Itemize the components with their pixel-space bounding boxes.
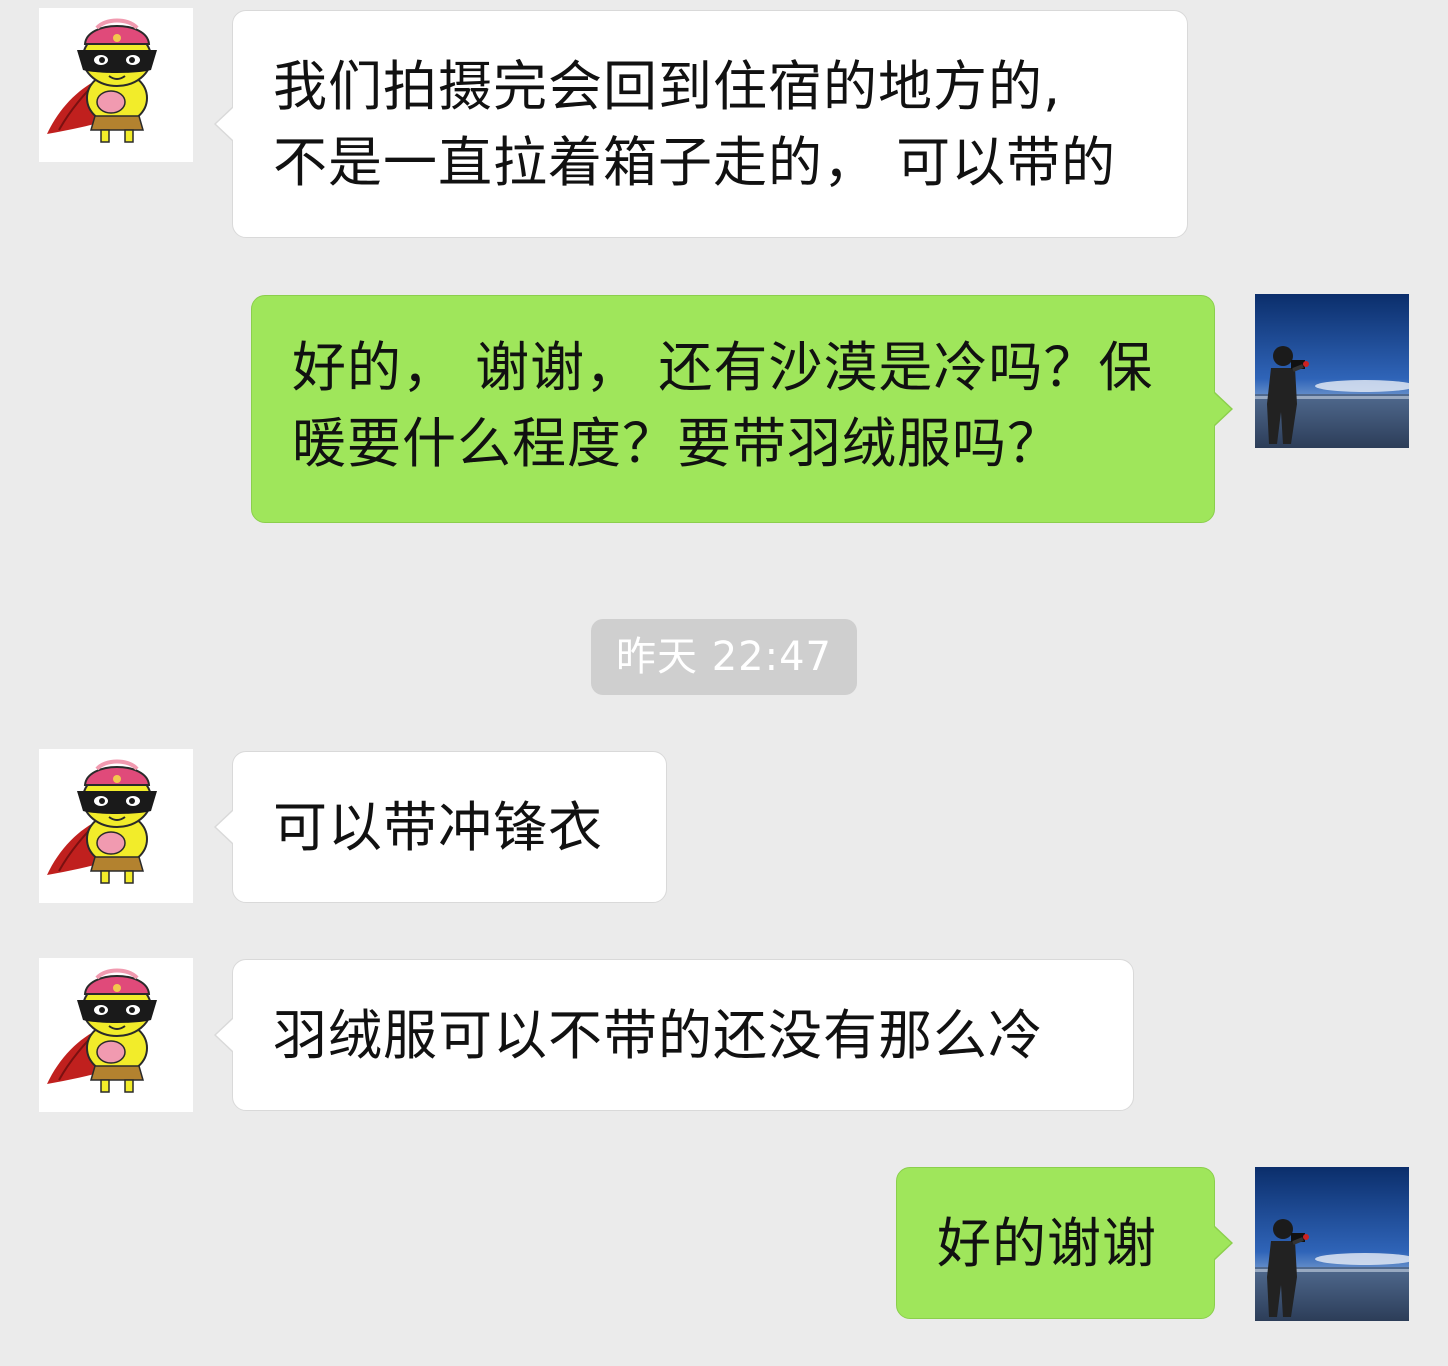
message-text-line: 暖要什么程度？要带羽绒服吗？	[292, 412, 1062, 475]
message-text-line: 可以带冲锋衣	[273, 796, 603, 859]
message-text-line: 我们拍摄完会回到住宿的地方的,	[273, 55, 1062, 118]
message-text-line: 不是一直拉着箱子走的， 可以带的	[273, 131, 1117, 194]
message-text-line: 好的， 谢谢， 还有沙漠是冷吗？保	[292, 336, 1154, 399]
contact-avatar[interactable]	[39, 749, 193, 903]
contact-avatar[interactable]	[39, 958, 193, 1112]
cartoon-masked-hero-avatar-icon	[39, 958, 193, 1112]
cartoon-masked-hero-avatar-icon	[39, 749, 193, 903]
message-bubble-incoming[interactable]: 羽绒服可以不带的还没有那么冷	[214, 959, 1134, 1111]
my-avatar[interactable]	[1255, 1167, 1409, 1321]
message-timestamp: 昨天 22:47	[591, 619, 857, 695]
photographer-landscape-avatar-icon	[1255, 294, 1409, 448]
message-bubble-incoming[interactable]: 我们拍摄完会回到住宿的地方的, 不是一直拉着箱子走的， 可以带的	[214, 10, 1188, 238]
cartoon-masked-hero-avatar-icon	[39, 8, 193, 162]
message-bubble-incoming[interactable]: 可以带冲锋衣	[214, 751, 667, 903]
photographer-landscape-avatar-icon	[1255, 1167, 1409, 1321]
contact-avatar[interactable]	[39, 8, 193, 162]
message-bubble-outgoing[interactable]: 好的， 谢谢， 还有沙漠是冷吗？保 暖要什么程度？要带羽绒服吗？	[251, 295, 1233, 523]
message-bubble-outgoing[interactable]: 好的谢谢	[896, 1167, 1233, 1319]
message-text-line: 羽绒服可以不带的还没有那么冷	[273, 1004, 1043, 1067]
my-avatar[interactable]	[1255, 294, 1409, 448]
message-text-line: 好的谢谢	[937, 1212, 1157, 1275]
